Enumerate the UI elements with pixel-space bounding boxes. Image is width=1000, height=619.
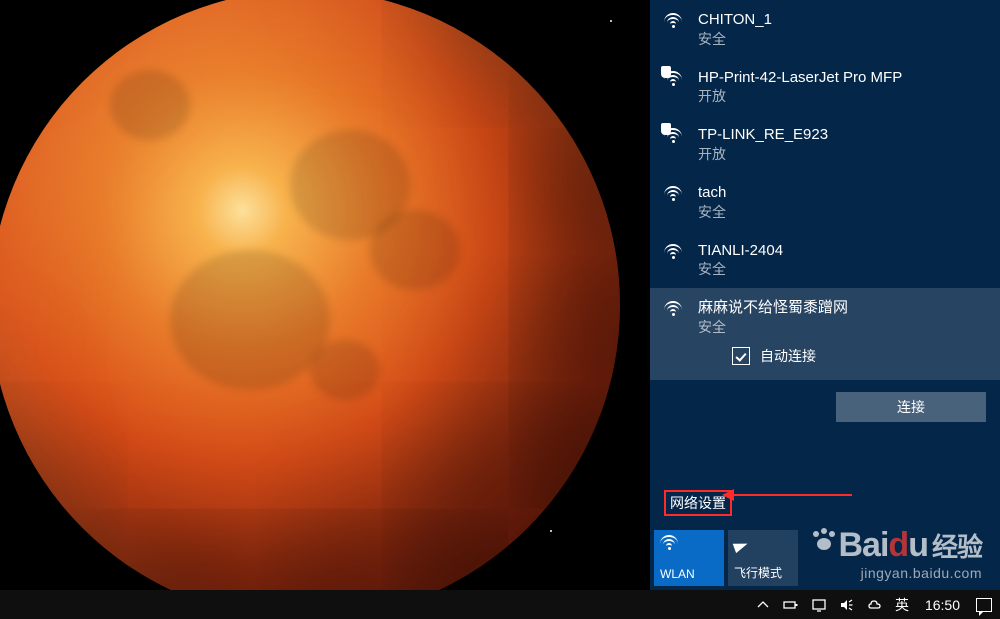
wifi-status: 安全 <box>698 318 986 336</box>
watermark: Baidu经验 jingyan.baidu.com <box>811 526 983 581</box>
ime-indicator[interactable]: 英 <box>895 595 909 615</box>
airplane-mode-tile[interactable]: 飞行模式 <box>728 530 798 586</box>
wifi-item[interactable]: CHITON_1 安全 <box>650 0 1000 58</box>
action-center-icon[interactable] <box>976 598 992 612</box>
connect-button[interactable]: 连接 <box>836 392 986 422</box>
airplane-label: 飞行模式 <box>734 564 792 581</box>
wifi-status: 开放 <box>698 87 986 105</box>
panel-footer: 网络设置 <box>650 482 1000 522</box>
annotation-arrow <box>732 494 852 496</box>
wifi-item[interactable]: HP-Print-42-LaserJet Pro MFP 开放 <box>650 58 1000 116</box>
wlan-toggle-tile[interactable]: WLAN <box>654 530 724 586</box>
wifi-icon <box>660 535 680 551</box>
wifi-item[interactable]: tach 安全 <box>650 173 1000 231</box>
wifi-name: TIANLI-2404 <box>698 241 986 261</box>
wifi-icon <box>664 13 684 29</box>
wifi-item[interactable]: TIANLI-2404 安全 <box>650 231 1000 289</box>
wifi-name: 麻麻说不给怪蜀黍蹭网 <box>698 298 986 318</box>
wifi-status: 安全 <box>698 203 986 221</box>
wifi-icon <box>664 71 684 87</box>
wifi-icon <box>664 186 684 202</box>
taskbar: 英 16:50 <box>0 590 1000 619</box>
wifi-icon <box>664 128 684 144</box>
wifi-status: 开放 <box>698 145 986 163</box>
wlan-label: WLAN <box>660 567 718 581</box>
airplane-icon <box>734 535 750 551</box>
wifi-name: HP-Print-42-LaserJet Pro MFP <box>698 68 986 88</box>
wifi-icon <box>664 301 684 317</box>
network-tray-icon[interactable] <box>811 597 827 613</box>
onedrive-icon[interactable] <box>867 597 883 613</box>
clock[interactable]: 16:50 <box>925 597 960 613</box>
wifi-item-selected[interactable]: 麻麻说不给怪蜀黍蹭网 安全 自动连接 <box>650 288 1000 380</box>
wifi-status: 安全 <box>698 30 986 48</box>
battery-icon[interactable] <box>783 597 799 613</box>
volume-icon[interactable] <box>839 597 855 613</box>
auto-connect-row[interactable]: 自动连接 <box>732 346 986 366</box>
wifi-network-list: CHITON_1 安全 HP-Print-42-LaserJet Pro MFP… <box>650 0 1000 482</box>
wifi-name: CHITON_1 <box>698 10 986 30</box>
wifi-status: 安全 <box>698 260 986 278</box>
wifi-name: TP-LINK_RE_E923 <box>698 125 986 145</box>
auto-connect-label: 自动连接 <box>760 346 816 366</box>
moon-image <box>0 0 620 590</box>
network-settings-link[interactable]: 网络设置 <box>670 493 726 513</box>
network-flyout-panel: CHITON_1 安全 HP-Print-42-LaserJet Pro MFP… <box>650 0 1000 590</box>
wifi-name: tach <box>698 183 986 203</box>
wifi-icon <box>664 244 684 260</box>
tray-chevron-icon[interactable] <box>755 597 771 613</box>
wifi-item[interactable]: TP-LINK_RE_E923 开放 <box>650 115 1000 173</box>
auto-connect-checkbox[interactable] <box>732 347 750 365</box>
paw-icon <box>811 526 837 552</box>
